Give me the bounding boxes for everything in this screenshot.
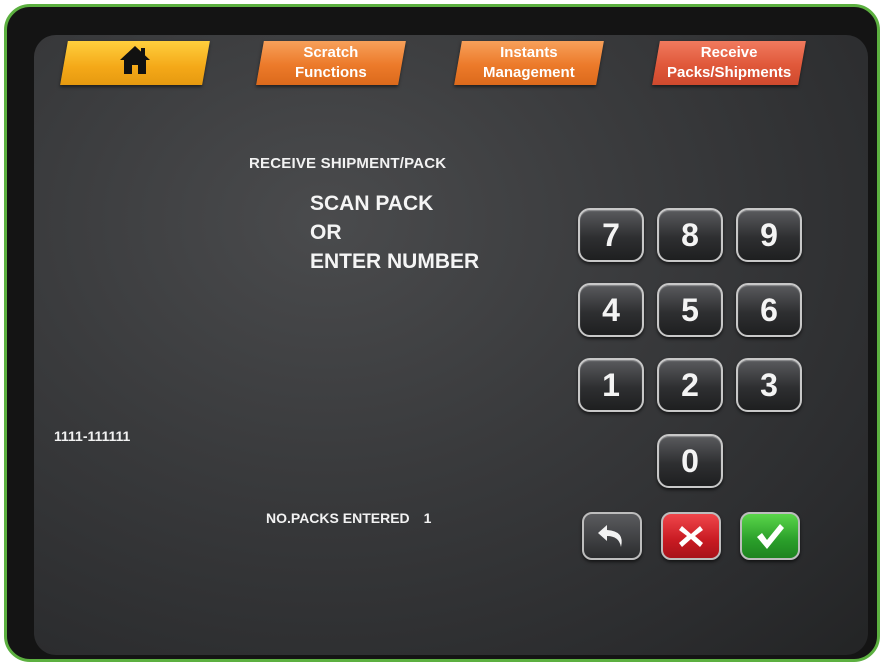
- key-9[interactable]: 9: [736, 208, 802, 262]
- tab-receive-line2: Packs/Shipments: [666, 64, 792, 81]
- tab-scratch-functions[interactable]: Scratch Functions: [256, 41, 406, 85]
- home-icon: [120, 46, 150, 74]
- key-8[interactable]: 8: [657, 208, 723, 262]
- packs-entered-count: 1: [423, 510, 432, 526]
- page-title: RECEIVE SHIPMENT/PACK: [249, 155, 447, 172]
- tab-receive-packs-shipments[interactable]: Receive Packs/Shipments: [652, 41, 806, 85]
- cancel-button[interactable]: [661, 512, 721, 560]
- key-3[interactable]: 3: [736, 358, 802, 412]
- checkmark-icon: [757, 524, 784, 549]
- key-4[interactable]: 4: [578, 283, 644, 337]
- tab-receive-line1: Receive: [700, 44, 758, 61]
- key-0[interactable]: 0: [657, 434, 723, 488]
- packs-entered: NO.PACKS ENTERED 1: [266, 510, 431, 526]
- prompt-line-3: ENTER NUMBER: [310, 250, 480, 273]
- prompt-line-2: OR: [310, 221, 342, 244]
- confirm-button[interactable]: [740, 512, 800, 560]
- device-frame: Scratch Functions Instants Management Re…: [4, 4, 880, 662]
- key-5[interactable]: 5: [657, 283, 723, 337]
- tab-instants-management[interactable]: Instants Management: [454, 41, 604, 85]
- prompt-line-1: SCAN PACK: [310, 192, 434, 215]
- close-icon: [679, 526, 703, 547]
- key-2[interactable]: 2: [657, 358, 723, 412]
- back-button[interactable]: [582, 512, 642, 560]
- key-7[interactable]: 7: [578, 208, 644, 262]
- back-arrow-icon: [598, 525, 622, 547]
- terminal-screen: Scratch Functions Instants Management Re…: [34, 35, 868, 655]
- pack-number: 1111-111111: [54, 428, 131, 444]
- tab-instants-line1: Instants: [500, 44, 558, 61]
- key-1[interactable]: 1: [578, 358, 644, 412]
- tab-instants-line2: Management: [483, 64, 575, 81]
- tab-home[interactable]: [60, 41, 210, 85]
- tab-scratch-line2: Functions: [295, 64, 367, 81]
- packs-entered-label: NO.PACKS ENTERED: [266, 510, 410, 526]
- key-6[interactable]: 6: [736, 283, 802, 337]
- tab-scratch-line1: Scratch: [303, 44, 359, 61]
